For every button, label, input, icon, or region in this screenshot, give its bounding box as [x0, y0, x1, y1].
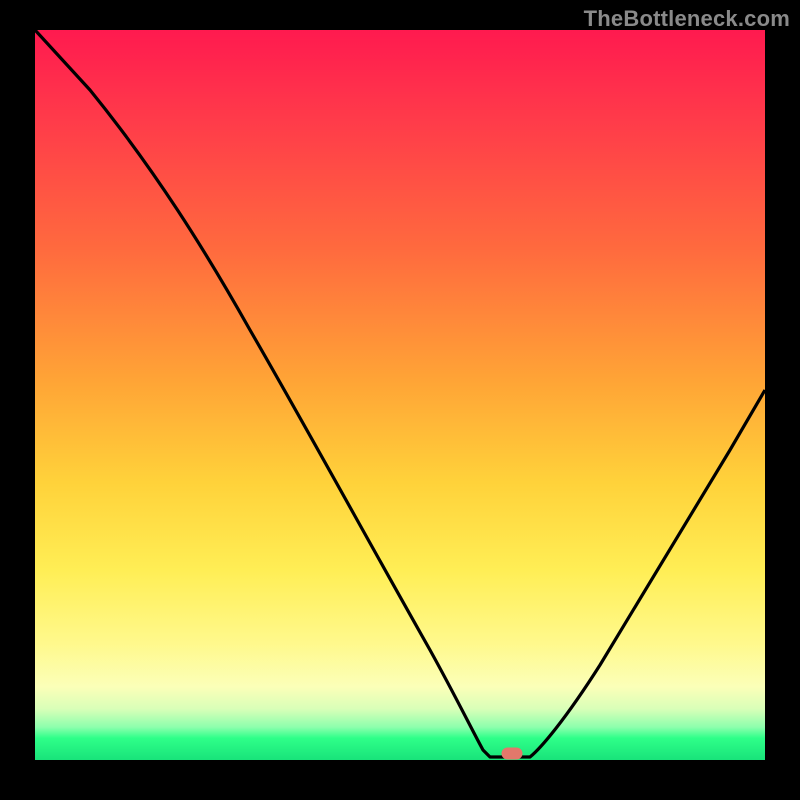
- watermark-text: TheBottleneck.com: [584, 6, 790, 32]
- plot-area: [35, 30, 765, 760]
- bottleneck-curve: [35, 30, 765, 757]
- curve-layer: [35, 30, 765, 760]
- chart-frame: TheBottleneck.com: [0, 0, 800, 800]
- optimum-marker: [502, 748, 522, 759]
